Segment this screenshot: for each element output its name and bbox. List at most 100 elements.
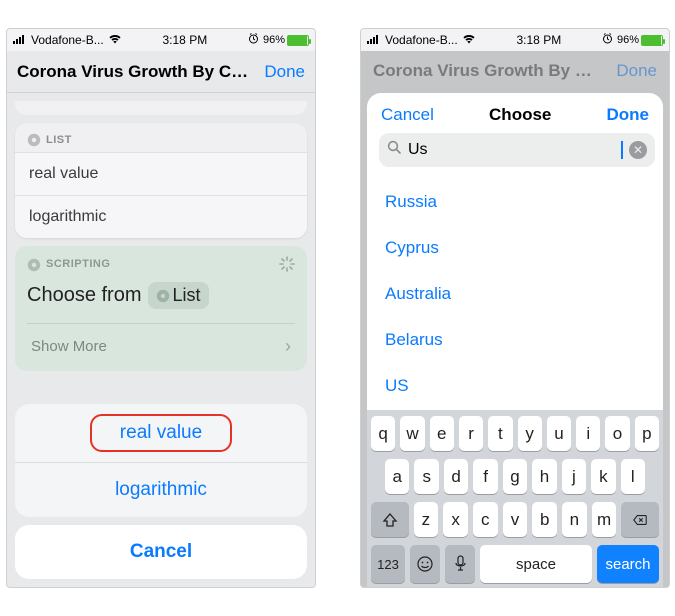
sheet-cancel-button[interactable]: Cancel xyxy=(15,525,307,579)
phone-right: Vodafone-B... 3:18 PM 96% Corona Virus G… xyxy=(360,28,670,588)
key-h[interactable]: h xyxy=(532,459,556,494)
shift-key[interactable] xyxy=(371,502,409,537)
choose-modal: Cancel Choose Done ✕ Cancel Russia Cypru… xyxy=(367,93,663,587)
key-e[interactable]: e xyxy=(430,416,454,451)
key-d[interactable]: d xyxy=(444,459,468,494)
kb-row-bottom: 123 space search xyxy=(371,545,659,583)
carrier-label: Vodafone-B... xyxy=(31,33,104,47)
key-l[interactable]: l xyxy=(621,459,645,494)
key-b[interactable]: b xyxy=(532,502,557,537)
search-key[interactable]: search xyxy=(597,545,659,583)
search-box[interactable]: ✕ xyxy=(379,133,655,167)
show-more-label: Show More xyxy=(31,338,107,355)
choose-from-line: Choose from List xyxy=(27,272,295,323)
list-heading: LIST xyxy=(46,134,72,146)
scripting-card: SCRIPTING Choose from List Show More › xyxy=(15,246,307,371)
card-peek xyxy=(15,101,307,115)
text-cursor xyxy=(621,141,623,159)
key-o[interactable]: o xyxy=(605,416,629,451)
key-p[interactable]: p xyxy=(635,416,659,451)
show-more-row[interactable]: Show More › xyxy=(27,323,295,371)
gear-icon xyxy=(27,133,40,146)
key-n[interactable]: n xyxy=(562,502,587,537)
signal-icon xyxy=(13,33,27,47)
space-key[interactable]: space xyxy=(480,545,592,583)
kb-row-3: z x c v b n m xyxy=(371,502,659,537)
page-title: Corona Virus Growth By Cou... xyxy=(17,62,258,82)
key-q[interactable]: q xyxy=(371,416,395,451)
modal-nav: Cancel Choose Done xyxy=(367,93,663,133)
key-x[interactable]: x xyxy=(443,502,468,537)
result-item[interactable]: Cyprus xyxy=(367,225,663,271)
kb-row-1: q w e r t y u i o p xyxy=(371,416,659,451)
status-bar: Vodafone-B... 3:18 PM 96% xyxy=(361,29,669,51)
sheet-option-label: logarithmic xyxy=(115,479,207,500)
key-j[interactable]: j xyxy=(562,459,586,494)
key-w[interactable]: w xyxy=(400,416,424,451)
key-m[interactable]: m xyxy=(592,502,617,537)
wifi-icon xyxy=(462,33,476,47)
sheet-option-label: real value xyxy=(120,422,202,443)
signal-icon xyxy=(367,33,381,47)
emoji-key[interactable] xyxy=(410,545,440,583)
key-k[interactable]: k xyxy=(591,459,615,494)
spinner-icon xyxy=(279,256,295,272)
key-g[interactable]: g xyxy=(503,459,527,494)
key-y[interactable]: y xyxy=(518,416,542,451)
sheet-option[interactable]: logarithmic xyxy=(15,462,307,517)
chevron-right-icon: › xyxy=(285,336,291,357)
list-item[interactable]: real value xyxy=(15,152,307,195)
list-card: LIST real value logarithmic xyxy=(15,123,307,238)
battery-icon xyxy=(287,35,309,46)
key-z[interactable]: z xyxy=(414,502,439,537)
sheet-option-highlighted[interactable]: real value xyxy=(15,404,307,462)
choose-pill[interactable]: List xyxy=(148,282,209,309)
alarm-icon xyxy=(248,33,259,47)
clear-icon[interactable]: ✕ xyxy=(629,141,647,159)
choose-pill-label: List xyxy=(173,285,201,306)
carrier-label: Vodafone-B... xyxy=(385,33,458,47)
highlight-box: real value xyxy=(90,414,232,452)
key-s[interactable]: s xyxy=(414,459,438,494)
key-c[interactable]: c xyxy=(473,502,498,537)
result-item[interactable]: Australia xyxy=(367,271,663,317)
keyboard: q w e r t y u i o p a s d f g h j k l xyxy=(367,410,663,587)
mic-key[interactable] xyxy=(445,545,475,583)
gear-icon xyxy=(27,258,40,271)
choose-prefix: Choose from xyxy=(27,284,142,307)
modal-title: Choose xyxy=(489,105,551,125)
key-f[interactable]: f xyxy=(473,459,497,494)
battery-pct: 96% xyxy=(263,34,285,46)
nav-bar: Corona Virus Growth By Cou... Done xyxy=(7,51,315,93)
alarm-icon xyxy=(602,33,613,47)
numbers-key[interactable]: 123 xyxy=(371,545,405,583)
result-item[interactable]: Russia xyxy=(367,179,663,225)
results-list: Russia Cyprus Australia Belarus US xyxy=(367,175,663,410)
result-item[interactable]: Belarus xyxy=(367,317,663,363)
done-button[interactable]: Done xyxy=(264,62,305,82)
battery-icon xyxy=(641,35,663,46)
gear-icon xyxy=(156,289,169,302)
backspace-key[interactable] xyxy=(621,502,659,537)
list-item[interactable]: logarithmic xyxy=(15,195,307,238)
key-v[interactable]: v xyxy=(503,502,528,537)
battery-pct: 96% xyxy=(617,34,639,46)
wifi-icon xyxy=(108,33,122,47)
clock-label: 3:18 PM xyxy=(163,33,208,47)
clock-label: 3:18 PM xyxy=(517,33,562,47)
phone-left: Vodafone-B... 3:18 PM 96% Corona Virus G… xyxy=(6,28,316,588)
scripting-heading: SCRIPTING xyxy=(46,258,110,270)
key-u[interactable]: u xyxy=(547,416,571,451)
key-a[interactable]: a xyxy=(385,459,409,494)
key-t[interactable]: t xyxy=(488,416,512,451)
action-sheet: real value logarithmic Cancel xyxy=(7,404,315,587)
kb-row-2: a s d f g h j k l xyxy=(371,459,659,494)
status-bar: Vodafone-B... 3:18 PM 96% xyxy=(7,29,315,51)
key-i[interactable]: i xyxy=(576,416,600,451)
key-r[interactable]: r xyxy=(459,416,483,451)
modal-cancel-button[interactable]: Cancel xyxy=(381,105,434,125)
modal-done-button[interactable]: Done xyxy=(606,105,649,125)
result-item[interactable]: US xyxy=(367,363,663,409)
search-icon xyxy=(387,140,402,160)
search-input[interactable] xyxy=(408,141,615,159)
